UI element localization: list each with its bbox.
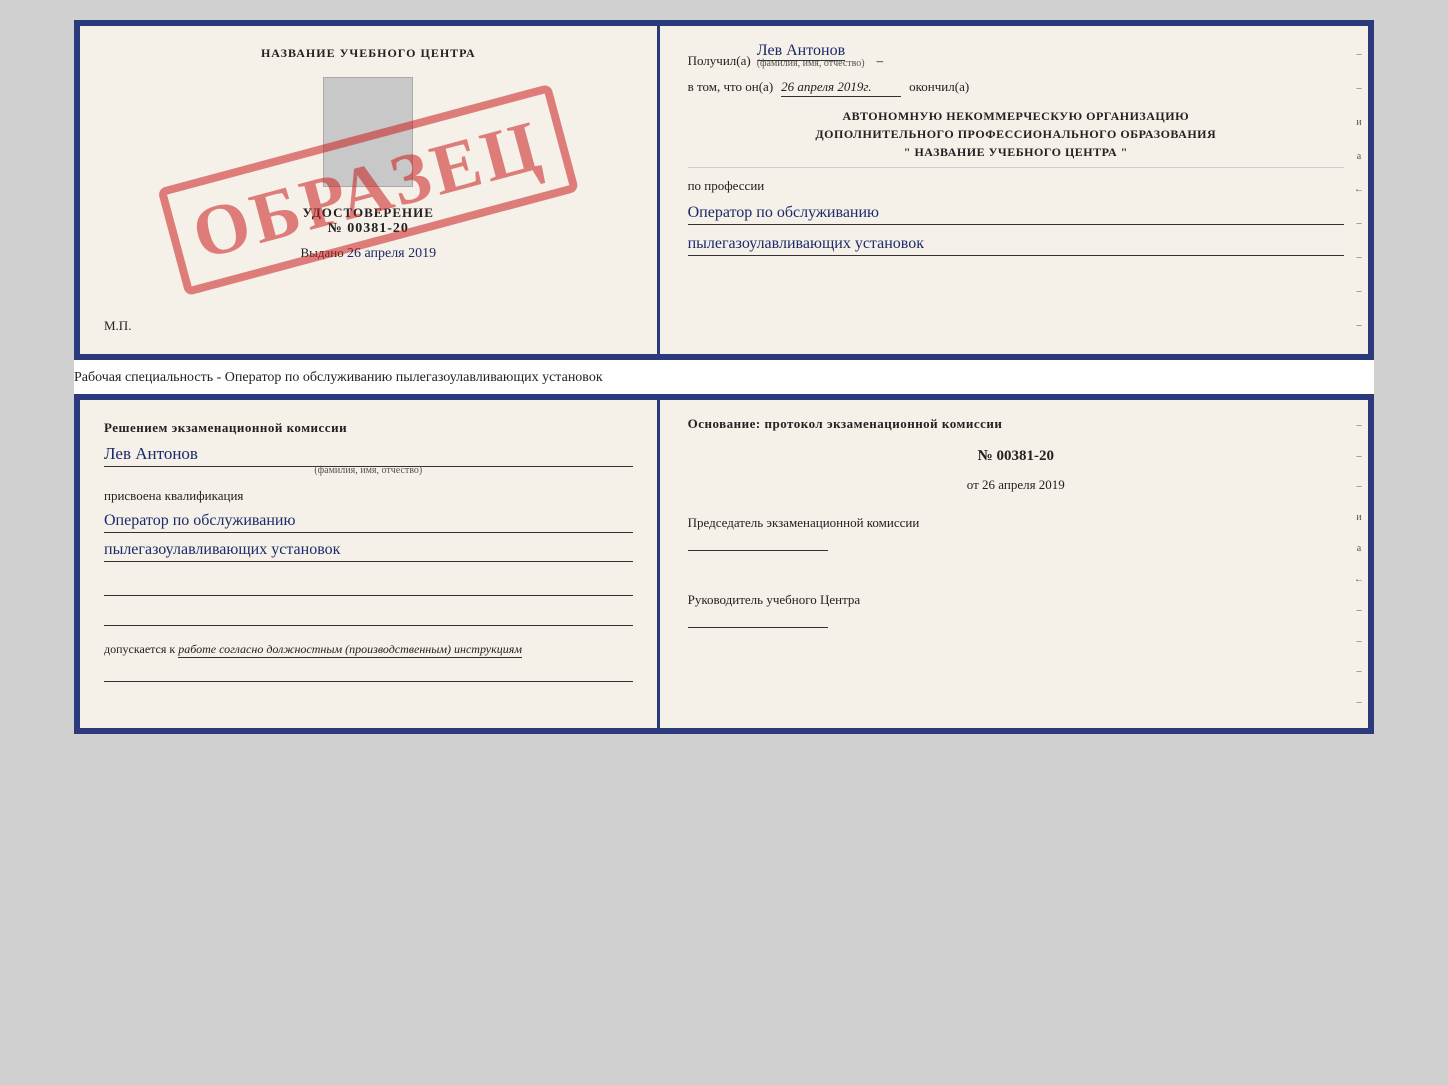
chairman-label: Председатель экзаменационной комиссии (688, 515, 1344, 531)
org-block: АВТОНОМНУЮ НЕКОММЕРЧЕСКУЮ ОРГАНИЗАЦИЮ ДО… (688, 107, 1344, 168)
protocol-date: от 26 апреля 2019 (688, 477, 1344, 493)
director-block: Руководитель учебного Центра (688, 580, 1344, 633)
allowed-label: допускается к (104, 642, 175, 656)
profession-value-2: пылегазоулавливающих установок (688, 235, 1344, 256)
org-name: " НАЗВАНИЕ УЧЕБНОГО ЦЕНТРА " (688, 143, 1344, 161)
profession-label: по профессии (688, 178, 1344, 194)
document-container: НАЗВАНИЕ УЧЕБНОГО ЦЕНТРА УДОСТОВЕРЕНИЕ №… (74, 20, 1374, 734)
qualification-label: присвоена квалификация (104, 488, 633, 504)
cert-left-panel: НАЗВАНИЕ УЧЕБНОГО ЦЕНТРА УДОСТОВЕРЕНИЕ №… (80, 26, 660, 354)
date-end: окончил(а) (909, 79, 969, 95)
cert-right-panel: Получил(а) Лев Антонов (фамилия, имя, от… (660, 26, 1368, 354)
certificate-top: НАЗВАНИЕ УЧЕБНОГО ЦЕНТРА УДОСТОВЕРЕНИЕ №… (74, 20, 1374, 360)
cert-number: № 00381-20 (303, 221, 434, 237)
allowed-text: работе согласно должностным (производств… (178, 642, 522, 658)
bottom-right-side-chars: – – – и а ← – – – – (1350, 400, 1368, 728)
issued-date: 26 апреля 2019 (347, 246, 436, 261)
date-line: в том, что он(а) 26 апреля 2019г. окончи… (688, 79, 1344, 97)
separator-line: Рабочая специальность - Оператор по обсл… (74, 360, 1374, 394)
cert-title-block: УДОСТОВЕРЕНИЕ № 00381-20 (303, 205, 434, 237)
received-label: Получил(а) (688, 53, 751, 69)
mp-label: М.П. (104, 318, 131, 334)
photo-placeholder (323, 77, 413, 187)
protocol-date-prefix: от (967, 477, 979, 492)
certificate-bottom: Решением экзаменационной комиссии Лев Ан… (74, 394, 1374, 734)
org-line2: ДОПОЛНИТЕЛЬНОГО ПРОФЕССИОНАЛЬНОГО ОБРАЗО… (688, 125, 1344, 143)
qualification-value-2: пылегазоулавливающих установок (104, 541, 633, 562)
org-line1: АВТОНОМНУЮ НЕКОММЕРЧЕСКУЮ ОРГАНИЗАЦИЮ (688, 107, 1344, 125)
cert-title-label: УДОСТОВЕРЕНИЕ (303, 205, 434, 221)
fio-hint-top: (фамилия, имя, отчество) (757, 58, 865, 69)
fio-hint-bottom: (фамилия, имя, отчество) (104, 465, 633, 476)
received-line: Получил(а) Лев Антонов (фамилия, имя, от… (688, 42, 1344, 69)
profession-value-1: Оператор по обслуживанию (688, 204, 1344, 225)
bottom-left-panel: Решением экзаменационной комиссии Лев Ан… (80, 400, 660, 728)
working-specialty: Рабочая специальность - Оператор по обсл… (74, 370, 603, 385)
school-name-top: НАЗВАНИЕ УЧЕБНОГО ЦЕНТРА (261, 46, 476, 61)
person-name-bl: Лев Антонов (104, 444, 633, 467)
protocol-date-value: 26 апреля 2019 (982, 477, 1065, 492)
qualification-value-1: Оператор по обслуживанию (104, 512, 633, 533)
date-value: 26 апреля 2019г. (781, 79, 901, 97)
allowed-block: допускается к работе согласно должностны… (104, 642, 633, 658)
director-signature-line (688, 608, 828, 628)
chairman-block: Председатель экзаменационной комиссии (688, 515, 1344, 556)
issued-label: Выдано (300, 245, 343, 260)
person-name-block: Лев Антонов (фамилия, имя, отчество) (104, 444, 633, 476)
bottom-right-panel: Основание: протокол экзаменационной коми… (660, 400, 1368, 728)
protocol-number: № 00381-20 (688, 448, 1344, 465)
chairman-signature-line (688, 531, 828, 551)
right-side-chars: – – и а ← – – – – (1350, 26, 1368, 354)
base-label: Основание: протокол экзаменационной коми… (688, 416, 1344, 432)
director-label: Руководитель учебного Центра (688, 592, 1344, 608)
date-intro: в том, что он(а) (688, 79, 774, 95)
cert-issued: Выдано 26 апреля 2019 (300, 245, 436, 262)
decision-text: Решением экзаменационной комиссии (104, 420, 633, 436)
